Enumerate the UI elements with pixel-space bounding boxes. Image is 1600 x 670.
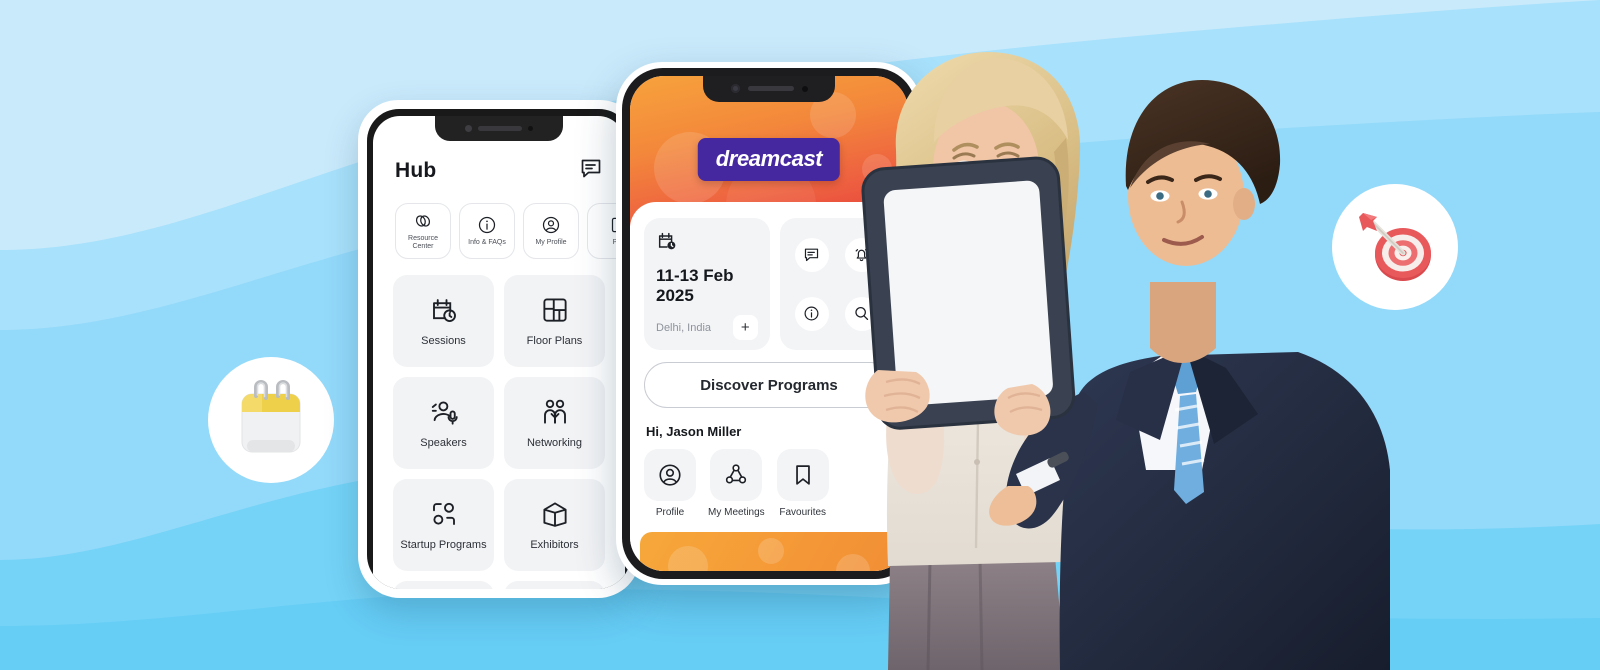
meetings-nodes-icon [726,464,747,484]
info-button[interactable] [794,296,829,331]
event-meta-row: Delhi, India + [656,315,758,341]
shortcut-icon-box [710,449,763,502]
link-rings-icon [415,214,431,227]
quick-chip-row: Resource Center Info & FAQs My Profile P [373,197,625,269]
man-neck [1150,282,1216,363]
calendar-badge [208,357,334,483]
tile-label: Speakers [420,437,467,449]
tile-label: Startup Programs [400,539,487,551]
tile-sessions[interactable]: Sessions [393,275,494,367]
shortcut-my-meetings[interactable]: My Meetings [708,449,765,518]
phone-screen: Hub Resource Center Info & FAQs My Profi… [373,116,625,589]
calendar-clock-icon [658,232,676,250]
event-location: Delhi, India [656,321,712,334]
shortcut-label: My Meetings [708,507,765,519]
tile-networking[interactable]: Networking [504,377,605,469]
sensor-dot [528,126,533,131]
chip-label: My Profile [535,238,567,246]
chat-button[interactable] [794,237,829,272]
shortcut-icon-box [776,449,829,502]
hub-tile-grid: Sessions Floor Plans Speakers Networking… [373,269,625,589]
event-date-card[interactable]: 11-13 Feb 2025 Delhi, India + [644,218,770,351]
user-circle-icon [542,216,560,233]
startup-nodes-icon [432,502,455,525]
add-to-calendar-button[interactable]: + [732,315,758,341]
floor-plan-grid-icon [542,298,567,322]
front-camera-icon [730,84,740,93]
shortcut-label: Profile [655,507,685,519]
speaker-mic-icon [431,401,458,425]
tile-floor-plans[interactable]: Floor Plans [504,275,605,367]
tile-label: Sessions [421,335,466,347]
tile-stub-right[interactable] [504,581,605,589]
earpiece-speaker [478,126,522,131]
chip-label: Info & FAQs [468,238,506,246]
brand-logo: dreamcast [697,138,841,181]
shortcut-label: Favourites [779,507,827,519]
event-dates: 11-13 Feb 2025 [656,266,734,306]
calendar-clock-icon [432,299,456,322]
page-title: Hub [395,158,437,182]
woman-skirt [888,556,1065,670]
people-photo [861,52,1390,670]
tile-exhibitors[interactable]: Exhibitors [504,479,605,571]
tile-startup-programs[interactable]: Startup Programs [393,479,494,571]
back-phone-hub: Hub Resource Center Info & FAQs My Profi… [358,100,640,598]
open-box-icon [542,502,567,527]
notch [435,116,563,141]
tile-label: Floor Plans [526,335,583,347]
brand-logo-text: dreamcast [715,146,823,171]
info-circle-icon [478,216,496,233]
shortcut-profile[interactable]: Profile [644,449,696,518]
chip-resource-center[interactable]: Resource Center [395,203,451,259]
phone-bezel: Hub Resource Center Info & FAQs My Profi… [367,109,631,589]
user-circle-icon [659,464,681,486]
front-camera-icon [465,125,472,132]
tile-speakers[interactable]: Speakers [393,377,494,469]
chip-my-profile[interactable]: My Profile [523,203,579,259]
chip-info-faqs[interactable]: Info & FAQs [459,203,515,259]
bookmark-icon [795,465,810,485]
shortcut-favourites[interactable]: Favourites [776,449,829,519]
chip-label: Resource Center [408,234,438,250]
notch [703,76,835,102]
chat-bubble-icon[interactable] [579,156,603,185]
shortcut-icon-box [644,449,696,502]
networking-people-icon [543,399,566,424]
earpiece-speaker [747,86,794,91]
tile-label: Exhibitors [530,539,579,551]
banner-stage: Hub Resource Center Info & FAQs My Profi… [0,0,1600,670]
tile-stub-left[interactable] [393,581,494,589]
desk-calendar-icon [241,380,301,453]
sensor-dot [801,85,808,92]
info-circle-icon [804,306,819,321]
tile-label: Networking [526,437,583,449]
